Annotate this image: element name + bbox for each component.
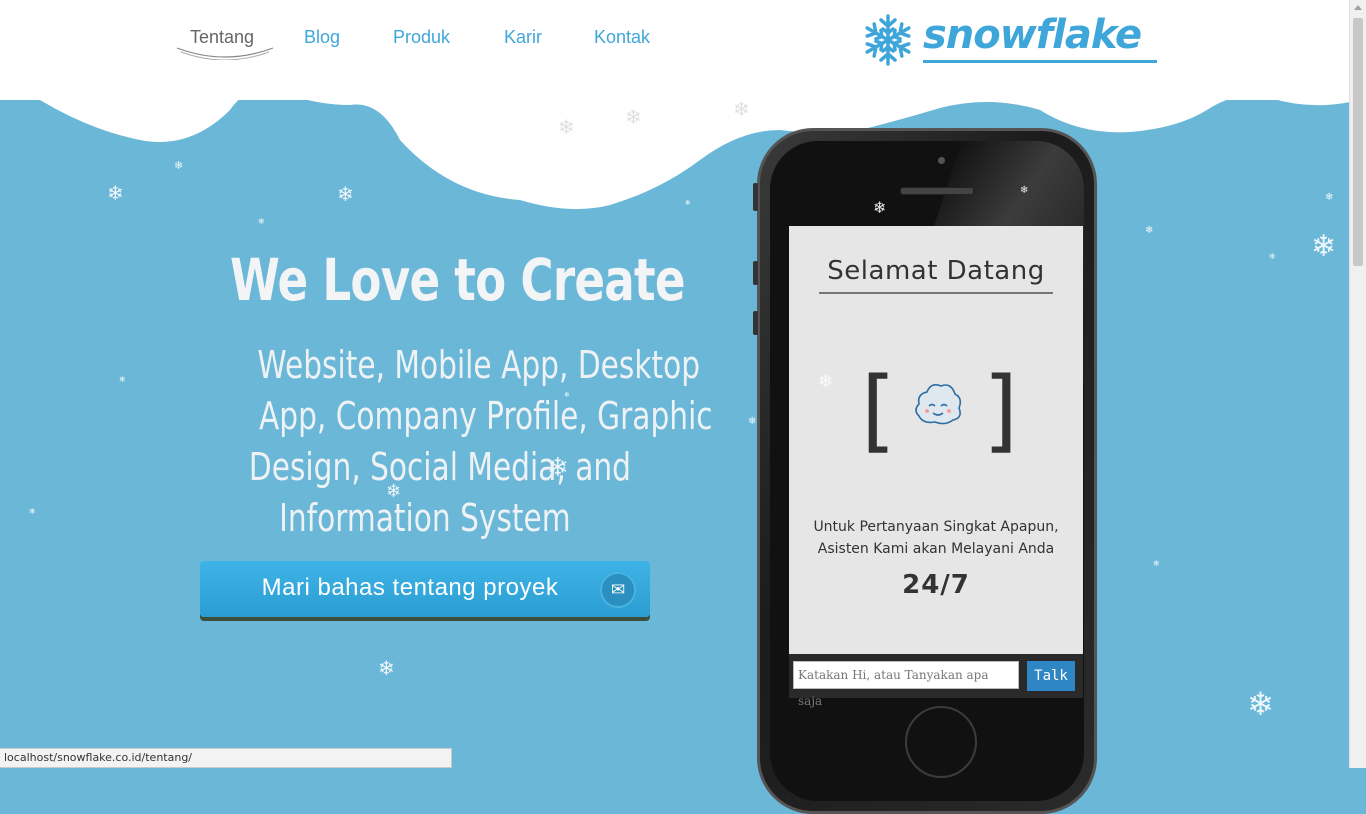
snowflake-icon: ❄	[1153, 559, 1160, 568]
snowflake-icon	[861, 14, 915, 66]
snowflake-icon: ❄	[29, 507, 36, 516]
bracket-right: ]	[983, 358, 1019, 463]
assistant-message: Untuk Pertanyaan Singkat Apapun, Asisten…	[799, 516, 1073, 560]
phone-mockup: Selamat Datang [ ] Untuk Pertanyaan Sing…	[753, 128, 1097, 814]
chat-input[interactable]: Katakan Hi, atau Tanyakan apa saja	[793, 661, 1019, 708]
snowflake-icon: ❄	[818, 371, 834, 392]
snowflake-icon: ❄	[107, 181, 124, 205]
envelope-icon: ✉	[600, 572, 636, 608]
snowflake-icon: ❄	[748, 416, 757, 427]
phone-side-button	[753, 261, 758, 285]
snowflake-icon: ❄	[625, 105, 642, 129]
nav-item-kontak[interactable]: Kontak	[594, 27, 650, 48]
snowflake-icon: ❄	[337, 182, 354, 206]
browser-status-bar: localhost/snowflake.co.id/tentang/	[0, 748, 452, 768]
snowflake-icon: ❄	[558, 115, 575, 139]
logo-text: snowflake	[923, 12, 1142, 58]
phone-speaker	[900, 187, 974, 195]
snowflake-icon: ❄	[258, 217, 265, 226]
snowflake-icon: ❄	[174, 159, 184, 172]
cta-label: Mari bahas tentang proyek	[261, 574, 559, 601]
phone-side-button	[753, 311, 758, 335]
talk-button[interactable]: Talk	[1027, 661, 1075, 691]
snowflake-icon: ❄	[1325, 192, 1334, 203]
nav-item-blog[interactable]: Blog	[304, 27, 340, 48]
active-nav-underline	[176, 47, 274, 60]
snowflake-icon: ❄	[1145, 225, 1154, 236]
discuss-project-button[interactable]: Mari bahas tentang proyek ✉	[200, 561, 650, 617]
assistant-mascot-icon	[915, 384, 962, 425]
nav-item-produk[interactable]: Produk	[393, 27, 450, 48]
snowflake-icon: ❄	[873, 198, 887, 217]
hero-subtitle-line: Information System	[279, 496, 571, 540]
chat-assistant-screen: Selamat Datang [ ] Untuk Pertanyaan Sing…	[789, 226, 1083, 654]
snowflake-icon: ❄	[685, 199, 691, 207]
snowflake-icon: ❄	[119, 375, 126, 384]
site-logo[interactable]: snowflake	[860, 10, 1160, 70]
hero-subtitle: Website, Mobile App, Desktop App, Compan…	[195, 340, 713, 544]
phone-camera	[938, 157, 945, 164]
logo-underline	[923, 60, 1157, 63]
hero-subtitle-line: Design, Social Media, and	[248, 445, 632, 489]
hero-subtitle-line: App, Company Profile, Graphic	[258, 394, 713, 438]
vertical-scrollbar[interactable]	[1349, 0, 1366, 768]
snowflake-icon: ❄	[1247, 685, 1274, 723]
scrollbar-thumb[interactable]	[1353, 18, 1363, 266]
chat-bar: Katakan Hi, atau Tanyakan apa saja Talk	[789, 654, 1083, 708]
snowflake-icon: ❄	[733, 97, 750, 121]
assistant-message-line: Asisten Kami akan Melayani Anda	[817, 541, 1055, 557]
scroll-up-icon[interactable]	[1354, 5, 1362, 10]
hero-subtitle-line: Website, Mobile App, Desktop	[257, 343, 701, 387]
welcome-title: Selamat Datang	[819, 256, 1053, 294]
snowflake-icon: ❄	[1269, 252, 1276, 261]
snowflake-icon: ❄	[1020, 185, 1029, 196]
phone-body: Selamat Datang [ ] Untuk Pertanyaan Sing…	[770, 141, 1084, 801]
bracket-left: [	[861, 358, 897, 463]
nav-item-karir[interactable]: Karir	[504, 27, 542, 48]
availability-label: 24/7	[902, 570, 970, 600]
snowflake-icon: ❄	[338, 94, 348, 107]
phone-home-button	[905, 706, 977, 778]
snowflake-icon: ❄	[1311, 229, 1337, 264]
phone-side-button	[753, 183, 758, 211]
assistant-message-line: Untuk Pertanyaan Singkat Apapun,	[813, 519, 1059, 535]
snowflake-icon: ❄	[378, 656, 395, 680]
hero-title: We Love to Create	[230, 246, 686, 314]
